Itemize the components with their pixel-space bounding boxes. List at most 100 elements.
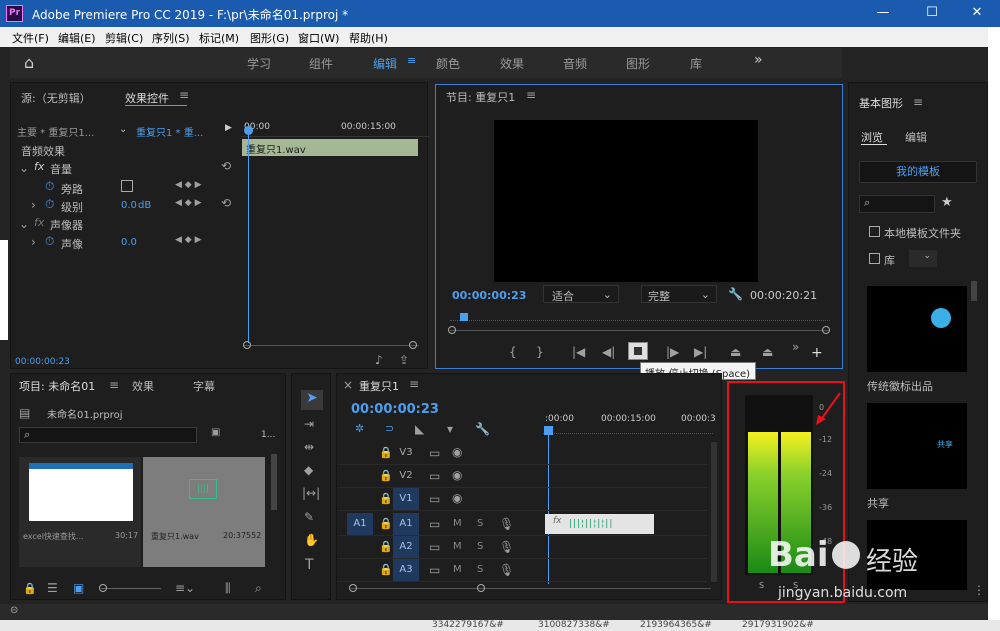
captions-tab[interactable]: 字幕 (193, 378, 215, 394)
zoom-handle-left[interactable] (448, 326, 456, 334)
expand-volume-icon[interactable]: ⌄ (19, 161, 29, 175)
icon-view-icon[interactable]: ▣ (73, 581, 84, 595)
project-tab[interactable]: 项目: 未命名01 (19, 378, 95, 394)
taskbar-item[interactable]: 2917931902&# (742, 620, 814, 630)
mic-icon[interactable]: 🎙 (499, 517, 514, 531)
my-templates-button[interactable]: 我的模板 (859, 161, 977, 183)
home-icon[interactable]: ⌂ (24, 53, 34, 72)
sync-lock-icon[interactable]: ▭ (429, 446, 440, 460)
more-workspaces-icon[interactable]: » (754, 52, 763, 68)
program-title[interactable]: 节目: 重复只1 (446, 89, 515, 105)
filter-icon[interactable]: ♪ (375, 353, 383, 367)
star-icon[interactable]: ★ (941, 195, 953, 210)
tab-learn[interactable]: 学习 (247, 55, 271, 72)
scroll-handle-left[interactable] (243, 341, 251, 349)
mute-button[interactable]: M (453, 564, 462, 575)
track-label[interactable]: V1 (393, 488, 419, 510)
track-v3[interactable]: 🔒 V3 ▭ ◉ (337, 442, 707, 465)
taskbar-item[interactable]: 3342279167&# (432, 620, 504, 630)
expand-pan-icon[interactable]: › (31, 235, 36, 249)
export-icon[interactable]: ⇪ (399, 353, 409, 367)
taskbar-item[interactable]: 3100827338&# (538, 620, 610, 630)
panel-menu-icon[interactable]: ≡ (109, 378, 119, 392)
menu-window[interactable]: 窗口(W) (298, 30, 339, 46)
tab-assembly[interactable]: 组件 (309, 55, 333, 72)
add-marker-icon[interactable]: ◣ (415, 422, 424, 436)
tab-audio[interactable]: 音频 (563, 55, 587, 72)
extract-icon[interactable]: ⏏ (762, 345, 773, 359)
zoom-scrollbar[interactable] (243, 345, 419, 346)
close-button[interactable]: ✕ (962, 2, 992, 24)
solo-button[interactable]: S (477, 564, 483, 575)
find-icon[interactable]: ⌕ (255, 581, 262, 596)
sync-lock-icon[interactable]: ▭ (429, 517, 440, 531)
snap-icon[interactable]: ✲ (355, 422, 364, 435)
sort-icon[interactable]: ≡⌄ (175, 581, 195, 595)
source-tab[interactable]: 源:（无剪辑） (21, 90, 91, 106)
lock-icon[interactable]: 🔒 (379, 517, 393, 530)
project-item[interactable]: |||| 重复只1.wav 20:37552 (143, 457, 265, 567)
stopwatch-icon[interactable]: ⏱ (45, 234, 54, 249)
more-controls-icon[interactable]: » (792, 340, 799, 354)
quality-select[interactable]: 完整 ⌄ (641, 285, 717, 303)
project-search-input[interactable]: ⌕ (19, 427, 197, 443)
hscroll-handle-left[interactable] (349, 584, 357, 592)
solo-button[interactable]: S (477, 518, 483, 529)
lock-icon[interactable]: 🔒 (379, 540, 393, 553)
list-view-icon[interactable]: ☰ (47, 581, 58, 595)
sync-lock-icon[interactable]: ▭ (429, 492, 440, 506)
mark-in-icon[interactable]: { (509, 345, 517, 359)
sync-lock-icon[interactable]: ▭ (429, 540, 440, 554)
video-preview[interactable] (494, 120, 758, 282)
step-back-icon[interactable]: ◀| (602, 345, 615, 359)
panel-menu-icon[interactable]: ≡ (913, 95, 923, 109)
wrench-icon[interactable]: 🔧 (475, 422, 490, 436)
track-label[interactable]: A3 (393, 559, 419, 581)
track-label[interactable]: A2 (393, 536, 419, 558)
expand-level-icon[interactable]: › (31, 198, 36, 212)
slip-icon[interactable]: |↔| (302, 486, 320, 500)
wrench-icon[interactable]: 🔧 (728, 287, 743, 301)
timeline-ruler[interactable] (543, 426, 713, 434)
minimize-button[interactable]: — (868, 2, 898, 24)
library-select[interactable]: ⌄ (909, 250, 937, 267)
template-thumbnail-logo[interactable] (867, 286, 967, 372)
eye-icon[interactable]: ◉ (452, 491, 462, 505)
play-stop-button[interactable] (628, 342, 648, 360)
chevron-down-icon[interactable]: ⌄ (119, 124, 127, 135)
edit-tab[interactable]: 编辑 (905, 129, 927, 145)
timeline-title[interactable]: 重复只1 (359, 378, 399, 394)
source-patch[interactable]: A1 (347, 513, 373, 535)
play-clip-icon[interactable]: ▶ (225, 123, 232, 133)
eye-icon[interactable]: ◉ (452, 445, 462, 459)
track-a2[interactable]: 🔒 A2 ▭ M S 🎙 (337, 536, 707, 559)
menu-file[interactable]: 文件(F) (12, 30, 49, 46)
track-a1[interactable]: A1 🔒 A1 ▭ M S 🎙 fx |||¦||¦|¦|| (337, 513, 707, 536)
lock-icon[interactable]: 🔒 (379, 446, 393, 459)
template-thumbnail-share[interactable]: 共享 (867, 403, 967, 489)
mute-button[interactable]: M (453, 518, 462, 529)
menu-graphics[interactable]: 图形(G) (250, 30, 289, 46)
lock-icon[interactable]: 🔒 (379, 469, 393, 482)
lock-icon[interactable]: 🔒 (23, 582, 37, 595)
master-clip-label[interactable]: 主要 * 重复只1... (17, 124, 94, 139)
stopwatch-icon[interactable]: ⏱ (45, 179, 54, 194)
taskbar-item[interactable]: 2193964365&# (640, 620, 712, 630)
lift-icon[interactable]: ⏏ (730, 345, 741, 359)
solo-left-button[interactable]: S (759, 581, 764, 590)
menu-sequence[interactable]: 序列(S) (152, 30, 190, 46)
razor-icon[interactable]: ◆ (304, 463, 313, 477)
maximize-button[interactable]: ☐ (917, 2, 947, 24)
stopwatch-icon[interactable]: ⏱ (45, 197, 54, 212)
close-tab-icon[interactable]: × (343, 378, 353, 392)
track-v2[interactable]: 🔒 V2 ▭ ◉ (337, 465, 707, 488)
mark-out-icon[interactable]: } (536, 345, 544, 359)
effects-tab[interactable]: 效果 (132, 378, 154, 394)
selection-tool-icon[interactable]: ➤ (301, 390, 323, 410)
tab-editing[interactable]: 编辑 (373, 55, 397, 72)
effect-timecode[interactable]: 00:00:00:23 (15, 357, 70, 367)
expand-panner-icon[interactable]: ⌄ (19, 217, 29, 231)
track-select-icon[interactable]: ⇥ (304, 417, 314, 431)
reset-icon[interactable]: ⟲ (221, 159, 231, 173)
solo-button[interactable]: S (477, 541, 483, 552)
